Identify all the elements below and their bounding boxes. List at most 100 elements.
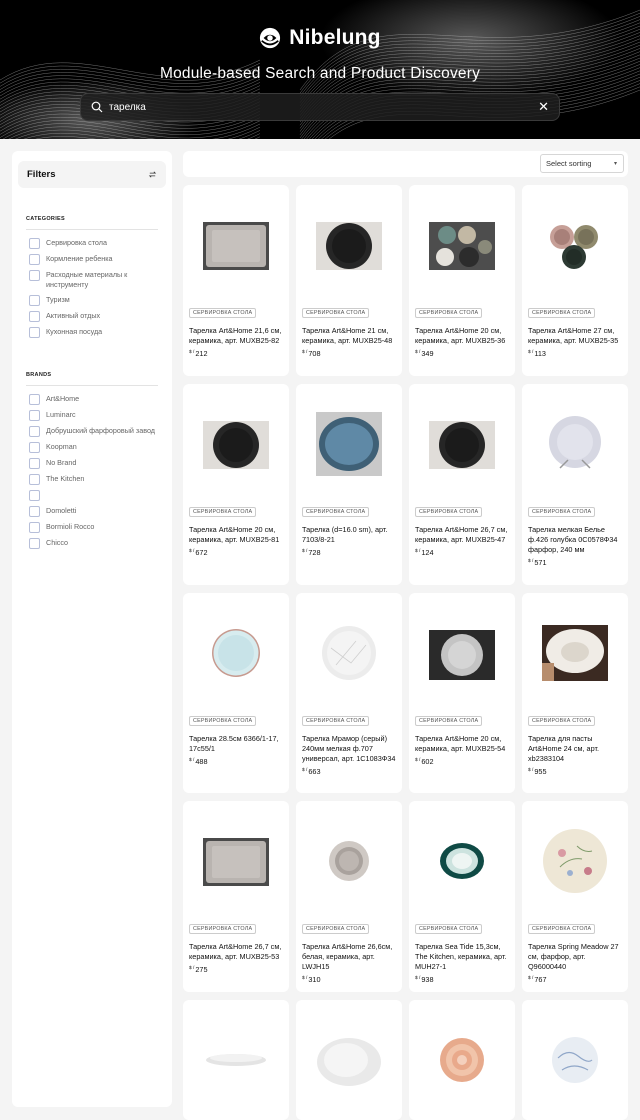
product-card[interactable]: СЕРВИРОВКА СТОЛА Тарелка Art&Home 21,6 см…	[183, 185, 289, 376]
product-image[interactable]	[522, 185, 628, 305]
category-badge: СЕРВИРОВКА СТОЛА	[415, 308, 483, 318]
category-filter-item[interactable]: Сервировка стола	[29, 238, 158, 249]
product-image[interactable]	[183, 384, 289, 504]
checkbox[interactable]	[29, 458, 40, 469]
product-title[interactable]: Тарелка Sea Tide 15,3см, The Kitchen, ке…	[415, 942, 511, 972]
product-card[interactable]: СЕРВИРОВКА СТОЛА Тарелка Spring Meadow 27…	[522, 801, 628, 992]
product-card[interactable]: СЕРВИРОВКА СТОЛА Тарелка 28.5см 6366/1-17…	[183, 593, 289, 793]
product-card[interactable]: СЕРВИРОВКА СТОЛА Тарелка для пасты Art&Ho…	[522, 593, 628, 793]
product-title[interactable]: Тарелка Art&Home 20 см, керамика, арт. M…	[415, 326, 511, 346]
product-title[interactable]: Тарелка Art&Home 20 см, керамика, арт. M…	[189, 525, 285, 545]
product-image[interactable]	[296, 1000, 402, 1120]
product-card[interactable]: СЕРВИРОВКА СТОЛА Тарелка Art&Home 27 см, …	[522, 185, 628, 376]
product-title[interactable]: Тарелка мелкая Белье ф.426 голубка 0С057…	[528, 525, 624, 555]
checkbox[interactable]	[29, 410, 40, 421]
brand-filter-item[interactable]: Domoletti	[29, 506, 158, 517]
brand-filter-item[interactable]: Luminarc	[29, 410, 158, 421]
search-icon	[91, 101, 103, 113]
checkbox[interactable]	[29, 426, 40, 437]
checkbox[interactable]	[29, 490, 40, 501]
product-image[interactable]	[522, 384, 628, 504]
reset-filters-icon[interactable]	[148, 170, 157, 179]
product-image[interactable]	[296, 801, 402, 921]
product-image[interactable]	[183, 593, 289, 713]
brand-filter-item[interactable]: Art&Home	[29, 394, 158, 405]
product-card[interactable]	[296, 1000, 402, 1120]
search-input[interactable]: тарелка ✕	[80, 93, 560, 121]
product-image[interactable]	[409, 801, 515, 921]
product-title[interactable]: Тарелка Art&Home 21 см, керамика, арт. M…	[302, 326, 398, 346]
search-query[interactable]: тарелка	[109, 102, 538, 113]
product-image[interactable]	[409, 593, 515, 713]
checkbox[interactable]	[29, 474, 40, 485]
product-title[interactable]: Тарелка Art&Home 26,7 см, керамика, арт.…	[415, 525, 511, 545]
category-filter-item[interactable]: Расходные материалы к инструменту	[29, 270, 158, 290]
category-filter-item[interactable]: Активный отдых	[29, 311, 158, 322]
checkbox[interactable]	[29, 506, 40, 517]
product-image[interactable]	[183, 185, 289, 305]
clear-search-icon[interactable]: ✕	[538, 99, 549, 115]
product-title[interactable]: Тарелка (d=16.0 sm), арт. 7103/8-21	[302, 525, 398, 545]
product-image[interactable]	[296, 185, 402, 305]
product-card[interactable]: СЕРВИРОВКА СТОЛА Тарелка Мрамор (серый) 2…	[296, 593, 402, 793]
product-image[interactable]	[296, 593, 402, 713]
brand-logo[interactable]: Nibelung	[0, 26, 640, 50]
product-image[interactable]	[409, 185, 515, 305]
product-card[interactable]	[183, 1000, 289, 1120]
product-image[interactable]	[522, 593, 628, 713]
category-filter-item[interactable]: Кормление ребенка	[29, 254, 158, 265]
brand-filter-item[interactable]: Chicco	[29, 538, 158, 549]
checkbox[interactable]	[29, 238, 40, 249]
product-card[interactable]	[522, 1000, 628, 1120]
brand-filter-item[interactable]: Bormioli Rocco	[29, 522, 158, 533]
brand-filter-item[interactable]	[29, 490, 158, 501]
checkbox[interactable]	[29, 295, 40, 306]
category-filter-item[interactable]: Кухонная посуда	[29, 327, 158, 338]
price-value: 488	[195, 757, 208, 766]
product-card[interactable]	[409, 1000, 515, 1120]
product-card[interactable]: СЕРВИРОВКА СТОЛА Тарелка Sea Tide 15,3см,…	[409, 801, 515, 992]
sort-select[interactable]: Select sorting ▾	[540, 154, 624, 173]
product-title[interactable]: Тарелка Spring Meadow 27 см, фарфор, арт…	[528, 942, 624, 972]
product-title[interactable]: Тарелка Art&Home 20 см, керамика, арт. M…	[415, 734, 511, 754]
product-card[interactable]: СЕРВИРОВКА СТОЛА Тарелка мелкая Белье ф.4…	[522, 384, 628, 585]
product-card[interactable]: СЕРВИРОВКА СТОЛА Тарелка Art&Home 26,6см,…	[296, 801, 402, 992]
brand-filter-item[interactable]: Koopman	[29, 442, 158, 453]
product-image[interactable]	[183, 1000, 289, 1120]
product-card[interactable]: СЕРВИРОВКА СТОЛА Тарелка Art&Home 20 см, …	[183, 384, 289, 585]
product-title[interactable]: Тарелка Art&Home 26,6см, белая, керамика…	[302, 942, 398, 972]
product-title[interactable]: Тарелка Art&Home 26,7 см, керамика, арт.…	[189, 942, 285, 962]
checkbox[interactable]	[29, 394, 40, 405]
checkbox[interactable]	[29, 442, 40, 453]
brand-filter-item[interactable]: No Brand	[29, 458, 158, 469]
brand-filter-item[interactable]: The Kitchen	[29, 474, 158, 485]
product-title[interactable]: Тарелка Art&Home 27 см, керамика, арт. M…	[528, 326, 624, 346]
product-card[interactable]: СЕРВИРОВКА СТОЛА Тарелка Art&Home 20 см, …	[409, 185, 515, 376]
product-price: $ /113	[528, 349, 546, 358]
product-price: $ /275	[189, 965, 208, 974]
product-card[interactable]: СЕРВИРОВКА СТОЛА Тарелка Art&Home 20 см, …	[409, 593, 515, 793]
product-image[interactable]	[296, 384, 402, 504]
checkbox[interactable]	[29, 522, 40, 533]
product-title[interactable]: Тарелка Art&Home 21,6 см, керамика, арт.…	[189, 326, 285, 346]
product-title[interactable]: Тарелка для пасты Art&Home 24 см, арт. x…	[528, 734, 624, 764]
product-card[interactable]: СЕРВИРОВКА СТОЛА Тарелка Art&Home 21 см, …	[296, 185, 402, 376]
checkbox[interactable]	[29, 270, 40, 281]
product-image[interactable]	[409, 384, 515, 504]
brand-filter-item[interactable]: Добрушский фарфоровый завод	[29, 426, 158, 437]
checkbox[interactable]	[29, 254, 40, 265]
product-image[interactable]	[183, 801, 289, 921]
product-price: $ /310	[302, 975, 321, 984]
product-image[interactable]	[522, 801, 628, 921]
category-filter-item[interactable]: Туризм	[29, 295, 158, 306]
product-card[interactable]: СЕРВИРОВКА СТОЛА Тарелка Art&Home 26,7 см…	[183, 801, 289, 992]
product-title[interactable]: Тарелка 28.5см 6366/1-17, 17с55/1	[189, 734, 285, 754]
product-image[interactable]	[522, 1000, 628, 1120]
checkbox[interactable]	[29, 327, 40, 338]
product-card[interactable]: СЕРВИРОВКА СТОЛА Тарелка Art&Home 26,7 см…	[409, 384, 515, 585]
product-image[interactable]	[409, 1000, 515, 1120]
checkbox[interactable]	[29, 311, 40, 322]
product-title[interactable]: Тарелка Мрамор (серый) 240мм мелкая ф.70…	[302, 734, 398, 764]
product-card[interactable]: СЕРВИРОВКА СТОЛА Тарелка (d=16.0 sm), арт…	[296, 384, 402, 585]
checkbox[interactable]	[29, 538, 40, 549]
